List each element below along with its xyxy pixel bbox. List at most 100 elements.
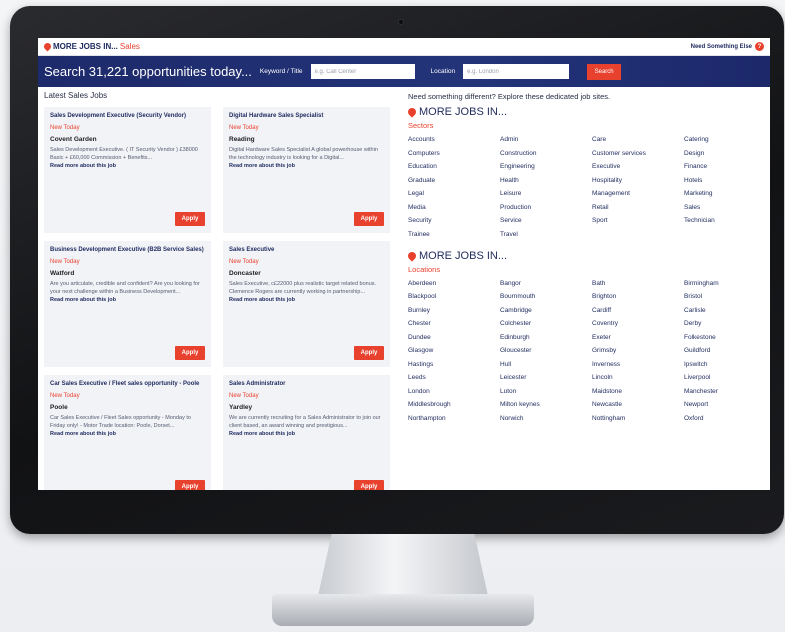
location-link[interactable]: Birmingham	[684, 280, 752, 287]
location-link[interactable]: Hull	[500, 361, 592, 368]
location-link[interactable]: Derby	[684, 320, 752, 327]
sector-link[interactable]: Production	[500, 204, 592, 211]
job-card[interactable]: Business Development Executive (B2B Serv…	[44, 241, 211, 367]
location-link[interactable]: Grimsby	[592, 347, 684, 354]
location-link[interactable]: Exeter	[592, 334, 684, 341]
location-link[interactable]: Glasgow	[408, 347, 500, 354]
sector-link[interactable]: Sales	[684, 204, 752, 211]
location-link[interactable]: Carlisle	[684, 307, 752, 314]
location-link[interactable]: Cardiff	[592, 307, 684, 314]
location-link[interactable]: Ipswitch	[684, 361, 752, 368]
sector-link[interactable]: Marketing	[684, 190, 752, 197]
job-card[interactable]: Digital Hardware Sales Specialist New Tod…	[223, 107, 390, 233]
location-link[interactable]: Manchester	[684, 388, 752, 395]
location-link[interactable]: Colchester	[500, 320, 592, 327]
sector-link[interactable]: Care	[592, 136, 684, 143]
job-title[interactable]: Business Development Executive (B2B Serv…	[50, 246, 205, 254]
apply-button[interactable]: Apply	[354, 212, 384, 226]
sector-link[interactable]: Engineering	[500, 163, 592, 170]
read-more-link[interactable]: Read more about this job	[229, 163, 384, 169]
sector-link[interactable]: Leisure	[500, 190, 592, 197]
sector-link[interactable]: Media	[408, 204, 500, 211]
sector-link[interactable]: Graduate	[408, 177, 500, 184]
location-link[interactable]: Gloucester	[500, 347, 592, 354]
location-link[interactable]: London	[408, 388, 500, 395]
location-link[interactable]: Oxford	[684, 415, 752, 422]
sector-link[interactable]: Hospitality	[592, 177, 684, 184]
location-link[interactable]: Folkestone	[684, 334, 752, 341]
sector-link[interactable]: Customer services	[592, 150, 684, 157]
sector-link[interactable]: Education	[408, 163, 500, 170]
read-more-link[interactable]: Read more about this job	[50, 431, 205, 437]
search-button[interactable]: Search	[587, 63, 622, 80]
location-link[interactable]: Edinburgh	[500, 334, 592, 341]
sector-link[interactable]: Service	[500, 217, 592, 224]
location-link[interactable]: Norwich	[500, 415, 592, 422]
location-link[interactable]: Milton keynes	[500, 401, 592, 408]
read-more-link[interactable]: Read more about this job	[229, 431, 384, 437]
location-link[interactable]: Burnley	[408, 307, 500, 314]
sector-link[interactable]: Executive	[592, 163, 684, 170]
sector-link[interactable]: Travel	[500, 231, 592, 238]
location-link[interactable]: Bangor	[500, 280, 592, 287]
job-card[interactable]: Car Sales Executive / Fleet sales opport…	[44, 375, 211, 490]
location-link[interactable]: Blackpool	[408, 293, 500, 300]
location-link[interactable]: Middlesbrough	[408, 401, 500, 408]
location-link[interactable]: Liverpool	[684, 374, 752, 381]
location-link[interactable]: Hastings	[408, 361, 500, 368]
location-link[interactable]: Bournmouth	[500, 293, 592, 300]
location-link[interactable]: Luton	[500, 388, 592, 395]
job-title[interactable]: Sales Development Executive (Security Ve…	[50, 112, 205, 120]
location-link[interactable]: Leeds	[408, 374, 500, 381]
location-link[interactable]: Newport	[684, 401, 752, 408]
location-link[interactable]: Aberdeen	[408, 280, 500, 287]
location-link[interactable]: Bath	[592, 280, 684, 287]
location-link[interactable]: Dundee	[408, 334, 500, 341]
sector-link[interactable]: Retail	[592, 204, 684, 211]
read-more-link[interactable]: Read more about this job	[50, 297, 205, 303]
need-something-else-link[interactable]: Need Something Else ?	[691, 42, 764, 51]
sector-link[interactable]: Management	[592, 190, 684, 197]
sector-link[interactable]: Computers	[408, 150, 500, 157]
read-more-link[interactable]: Read more about this job	[50, 163, 205, 169]
sector-link[interactable]: Trainee	[408, 231, 500, 238]
location-input[interactable]	[463, 64, 570, 79]
site-logo[interactable]: MORE JOBS IN... Sales	[42, 41, 140, 52]
apply-button[interactable]: Apply	[175, 346, 205, 360]
sector-link[interactable]: Admin	[500, 136, 592, 143]
sector-link[interactable]: Health	[500, 177, 592, 184]
location-link[interactable]: Lincoln	[592, 374, 684, 381]
location-link[interactable]: Bristol	[684, 293, 752, 300]
keyword-input[interactable]	[310, 64, 415, 79]
read-more-link[interactable]: Read more about this job	[229, 297, 384, 303]
location-link[interactable]: Maidstone	[592, 388, 684, 395]
sector-link[interactable]: Technician	[684, 217, 752, 224]
apply-button[interactable]: Apply	[175, 480, 205, 490]
location-link[interactable]: Chester	[408, 320, 500, 327]
location-link[interactable]: Inverness	[592, 361, 684, 368]
location-link[interactable]: Nottingham	[592, 415, 684, 422]
sector-link[interactable]: Accounts	[408, 136, 500, 143]
apply-button[interactable]: Apply	[354, 480, 384, 490]
job-title[interactable]: Digital Hardware Sales Specialist	[229, 112, 384, 120]
job-card[interactable]: Sales Executive New Today Doncaster Sales E…	[223, 241, 390, 367]
sector-link[interactable]: Construction	[500, 150, 592, 157]
location-link[interactable]: Leicester	[500, 374, 592, 381]
apply-button[interactable]: Apply	[175, 212, 205, 226]
apply-button[interactable]: Apply	[354, 346, 384, 360]
location-link[interactable]: Newcastle	[592, 401, 684, 408]
location-link[interactable]: Cambridge	[500, 307, 592, 314]
sector-link[interactable]: Hotels	[684, 177, 752, 184]
job-title[interactable]: Sales Administrator	[229, 380, 384, 388]
location-link[interactable]: Guildford	[684, 347, 752, 354]
job-card[interactable]: Sales Development Executive (Security Ve…	[44, 107, 211, 233]
sector-link[interactable]: Security	[408, 217, 500, 224]
sector-link[interactable]: Catering	[684, 136, 752, 143]
sector-link[interactable]: Sport	[592, 217, 684, 224]
location-link[interactable]: Northampton	[408, 415, 500, 422]
sector-link[interactable]: Finance	[684, 163, 752, 170]
location-link[interactable]: Brighton	[592, 293, 684, 300]
location-link[interactable]: Coventry	[592, 320, 684, 327]
job-title[interactable]: Car Sales Executive / Fleet sales opport…	[50, 380, 205, 388]
job-card[interactable]: Sales Administrator New Today Yardley We ar…	[223, 375, 390, 490]
